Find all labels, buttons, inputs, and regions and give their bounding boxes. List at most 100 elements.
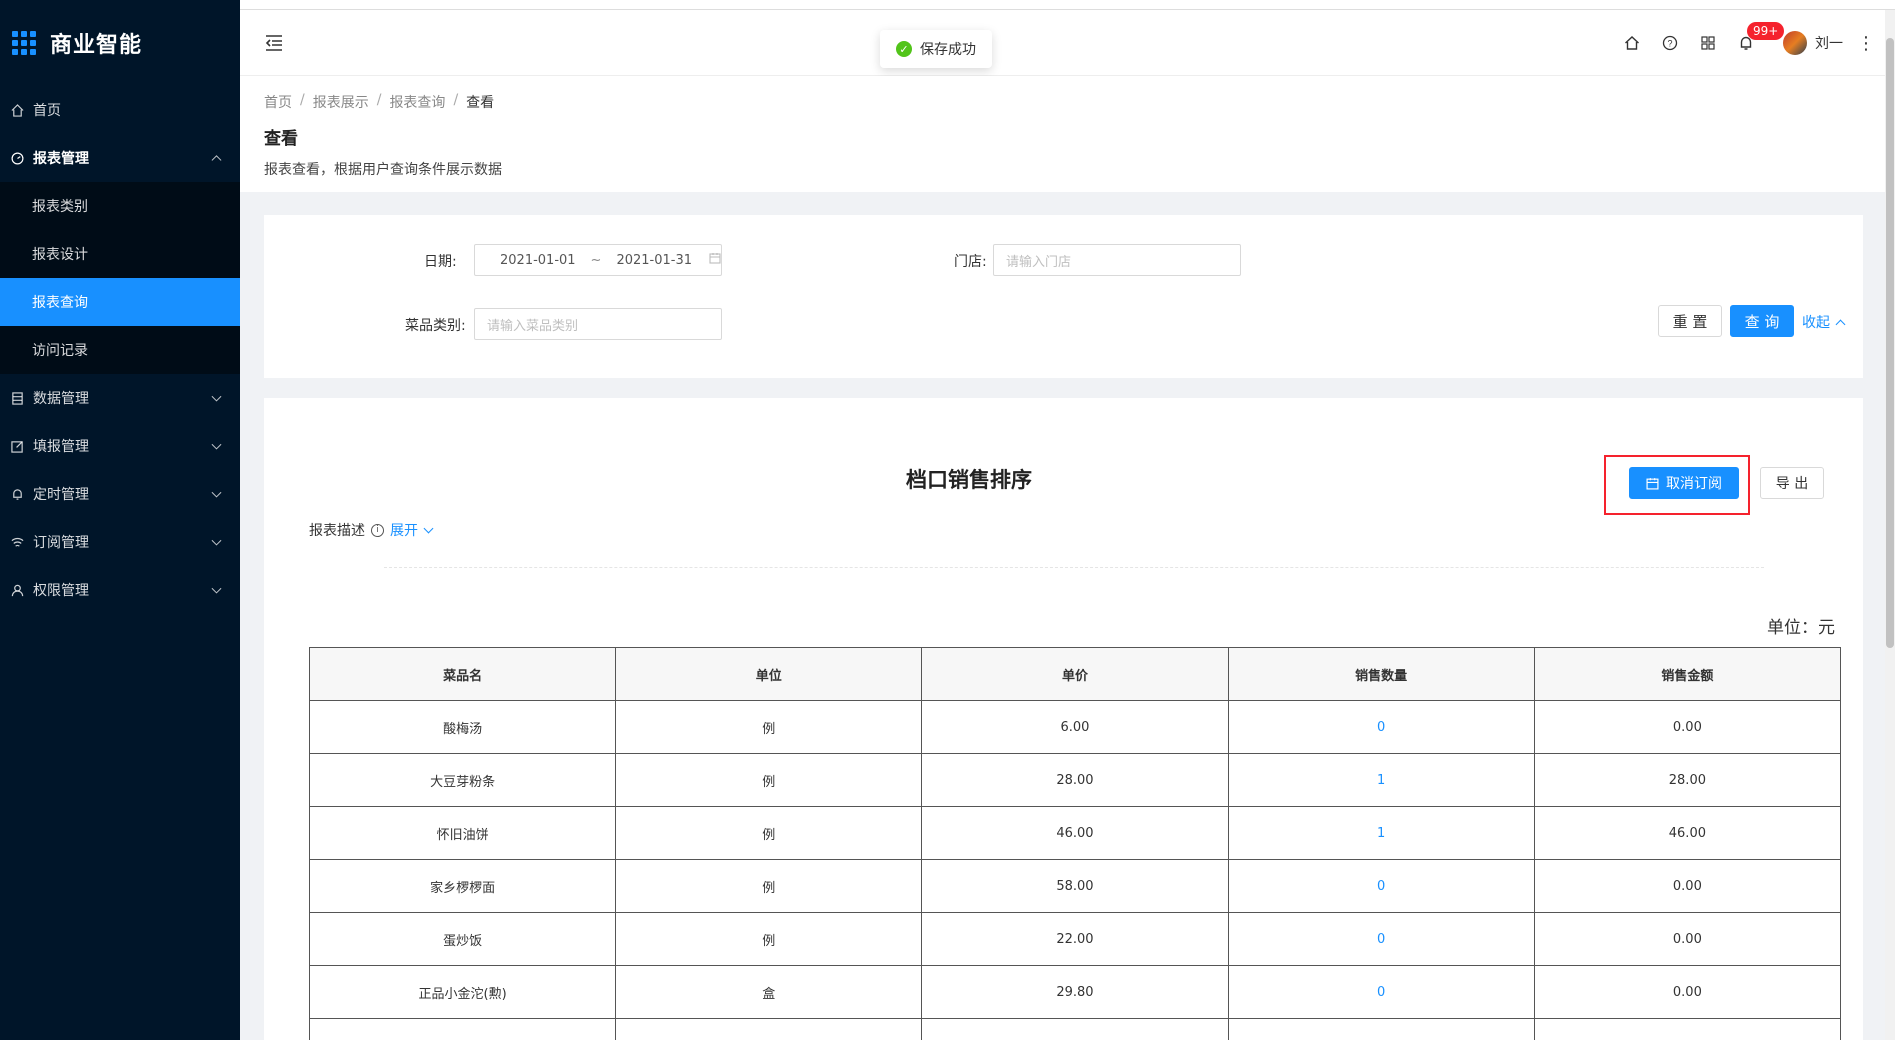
page-title: 查看 xyxy=(264,129,298,149)
menu-fold-icon[interactable] xyxy=(264,34,284,52)
bell-icon xyxy=(10,487,24,501)
sidebar-item-fill-management[interactable]: 填报管理 xyxy=(0,422,240,470)
breadcrumb-item-report-query[interactable]: 报表查询 xyxy=(389,92,445,112)
column-header: 单价 xyxy=(921,647,1229,701)
more-vertical-icon[interactable]: ⋮ xyxy=(1857,33,1875,54)
sidebar-item-label: 权限管理 xyxy=(33,583,89,599)
date-end[interactable]: 2021-01-31 xyxy=(616,253,692,268)
app-grid-icon xyxy=(12,31,36,55)
user-name[interactable]: 刘一 xyxy=(1815,33,1843,53)
reset-button[interactable]: 重 置 xyxy=(1658,305,1722,337)
home-icon[interactable] xyxy=(1613,10,1651,76)
logo[interactable]: 商业智能 xyxy=(0,0,240,86)
table-cell: 蛋炒饭 xyxy=(308,912,617,966)
apps-icon[interactable] xyxy=(1689,10,1727,76)
sidebar-item-report-query[interactable]: 报表查询 xyxy=(0,278,240,326)
table-header-row: 菜品名 单位 单价 销售数量 销售金额 xyxy=(308,647,1842,701)
report-description-row: 报表描述 i 展开 xyxy=(309,520,434,540)
store-input[interactable]: 请输入门店 xyxy=(993,244,1241,276)
breadcrumb-item-home[interactable]: 首页 xyxy=(264,92,292,112)
table-cell-link[interactable] xyxy=(1227,1018,1535,1040)
collapse-link[interactable]: 收起 xyxy=(1802,312,1846,332)
sidebar-item-report-design[interactable]: 报表设计 xyxy=(0,230,240,278)
table-row: 家乡椤椤面 例 58.00 0 0.00 xyxy=(308,859,1842,913)
table-cell: 6.00 xyxy=(921,700,1229,754)
query-button[interactable]: 查 询 xyxy=(1730,305,1794,337)
table-cell-link[interactable]: 1 xyxy=(1227,753,1535,807)
column-header: 销售金额 xyxy=(1533,647,1842,701)
sidebar-item-data-management[interactable]: 数据管理 xyxy=(0,374,240,422)
notification-badge: 99+ xyxy=(1747,22,1785,40)
report-table: 菜品名 单位 单价 销售数量 销售金额 酸梅汤 例 6.00 0 0.00 大豆… xyxy=(308,647,1842,1040)
chevron-down-icon xyxy=(211,391,222,402)
top-header: ✓ 保存成功 ? 99+ 刘一 ⋮ xyxy=(240,10,1885,76)
help-icon[interactable]: ? xyxy=(1651,10,1689,76)
scrollbar-thumb[interactable] xyxy=(1886,38,1894,648)
breadcrumb: 首页 / 报表展示 / 报表查询 / 查看 xyxy=(264,92,495,112)
breadcrumb-item-report-display[interactable]: 报表展示 xyxy=(313,92,369,112)
table-cell-link[interactable]: 0 xyxy=(1227,859,1535,913)
table-cell-link[interactable]: 0 xyxy=(1227,965,1535,1019)
success-toast: ✓ 保存成功 xyxy=(880,30,992,68)
filter-panel: 日期: 2021-01-01 ~ 2021-01-31 门店: 请输入门店 菜品… xyxy=(264,215,1863,378)
table-cell: 盒 xyxy=(615,965,923,1019)
sidebar-item-access-log[interactable]: 访问记录 xyxy=(0,326,240,374)
database-icon xyxy=(10,391,24,405)
date-range-picker[interactable]: 2021-01-01 ~ 2021-01-31 xyxy=(474,244,722,276)
chevron-up-icon xyxy=(1836,319,1846,330)
page-description: 报表查看，根据用户查询条件展示数据 xyxy=(264,162,502,178)
notification-bell-icon[interactable]: 99+ xyxy=(1727,10,1785,76)
sidebar-item-subscription-management[interactable]: 订阅管理 xyxy=(0,518,240,566)
table-row: 怀旧油饼 例 46.00 1 46.00 xyxy=(308,806,1842,860)
table-row: 正品小金沱(勲) 盒 29.80 0 0.00 xyxy=(308,965,1842,1019)
chevron-down-icon xyxy=(424,523,434,534)
edit-icon xyxy=(10,439,24,453)
sidebar: 商业智能 首页 报表管理 报表类别 报表设计 报表查询 访问记录 数据管理 填报… xyxy=(0,0,240,1040)
date-start[interactable]: 2021-01-01 xyxy=(500,253,576,268)
sidebar-item-report-management[interactable]: 报表管理 xyxy=(0,134,240,182)
chevron-down-icon xyxy=(211,487,222,498)
avatar[interactable] xyxy=(1783,31,1807,55)
table-cell xyxy=(615,1018,923,1040)
table-cell: 例 xyxy=(615,859,923,913)
check-circle-icon: ✓ xyxy=(896,41,912,57)
table-cell: 大豆芽粉条 xyxy=(308,753,617,807)
column-header: 销售数量 xyxy=(1227,647,1535,701)
table-cell: 正品小金沱(勲) xyxy=(308,965,617,1019)
wifi-icon xyxy=(10,535,24,549)
expand-link[interactable]: 展开 xyxy=(390,520,434,540)
breadcrumb-item-current: 查看 xyxy=(466,95,495,111)
table-cell: 例 xyxy=(615,753,923,807)
unit-label: 单位：元 xyxy=(1767,618,1835,638)
sidebar-menu: 首页 报表管理 报表类别 报表设计 报表查询 访问记录 数据管理 填报管理 定时… xyxy=(0,86,240,614)
divider xyxy=(384,567,1764,568)
table-cell: 例 xyxy=(615,806,923,860)
date-label: 日期: xyxy=(424,254,457,270)
table-row: 大豆芽粉条 例 28.00 1 28.00 xyxy=(308,753,1842,807)
table-cell: 家乡椤椤面 xyxy=(308,859,617,913)
sidebar-item-label: 首页 xyxy=(33,103,61,119)
sidebar-item-permission-management[interactable]: 权限管理 xyxy=(0,566,240,614)
table-row xyxy=(308,1018,1842,1040)
report-title: 档口销售排序 xyxy=(906,468,1032,492)
table-cell: 29.80 xyxy=(921,965,1229,1019)
category-input[interactable]: 请输入菜品类别 xyxy=(474,308,722,340)
table-cell xyxy=(308,1018,617,1040)
sidebar-item-report-category[interactable]: 报表类别 xyxy=(0,182,240,230)
table-cell-link[interactable]: 0 xyxy=(1227,912,1535,966)
scrollbar[interactable] xyxy=(1885,10,1895,1040)
table-cell: 0.00 xyxy=(1533,912,1842,966)
table-cell-link[interactable]: 1 xyxy=(1227,806,1535,860)
table-cell: 46.00 xyxy=(1533,806,1842,860)
table-row: 酸梅汤 例 6.00 0 0.00 xyxy=(308,700,1842,754)
browser-strip xyxy=(0,0,1895,10)
table-cell-link[interactable]: 0 xyxy=(1227,700,1535,754)
info-icon[interactable]: i xyxy=(371,523,384,537)
table-cell: 46.00 xyxy=(921,806,1229,860)
sidebar-item-label: 定时管理 xyxy=(33,487,89,503)
export-button[interactable]: 导 出 xyxy=(1760,467,1824,499)
expand-label: 展开 xyxy=(390,523,418,539)
sidebar-item-schedule-management[interactable]: 定时管理 xyxy=(0,470,240,518)
table-cell xyxy=(921,1018,1229,1040)
sidebar-item-home[interactable]: 首页 xyxy=(0,86,240,134)
